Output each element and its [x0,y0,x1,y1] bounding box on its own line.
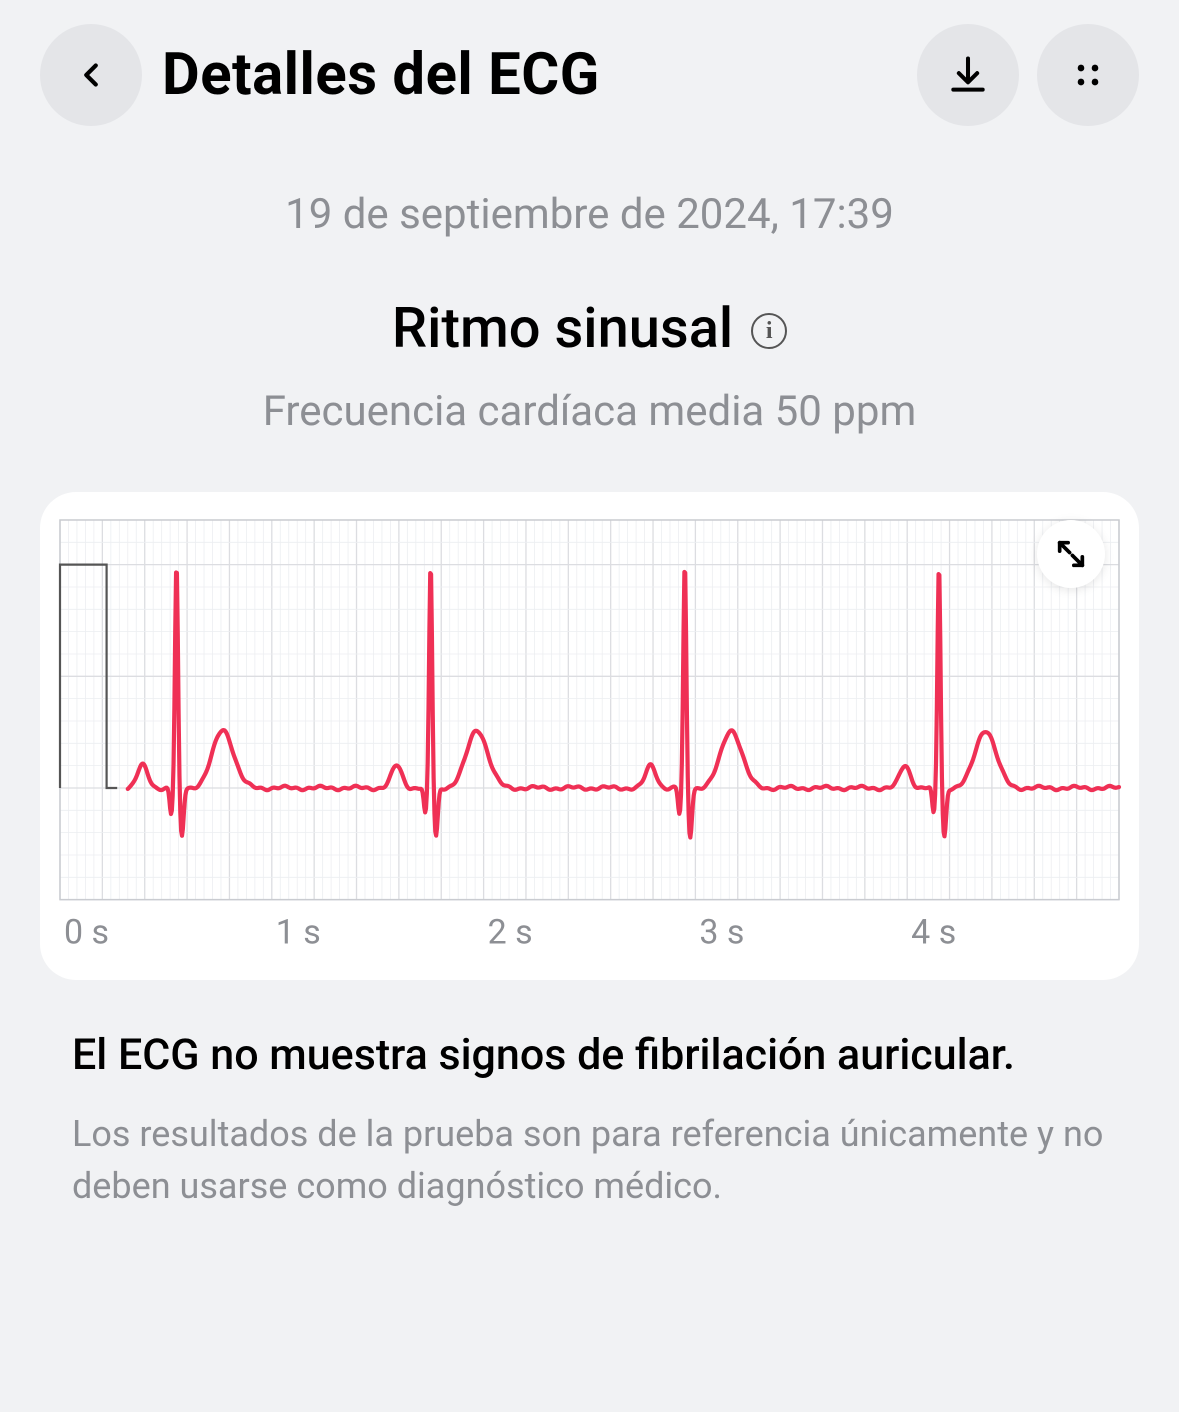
x-tick-label: 4 s [911,913,956,953]
grid [60,520,1119,900]
chevron-left-icon [72,56,110,94]
description-subtitle: Los resultados de la prueba son para ref… [72,1108,1107,1212]
x-tick-label: 1 s [276,913,321,953]
description-title: El ECG no muestra signos de fibrilación … [72,1024,1107,1086]
heart-rate-subtitle: Frecuencia cardíaca media 50 ppm [0,387,1179,436]
more-button[interactable] [1037,24,1139,126]
more-dots-icon [1067,54,1109,96]
expand-button[interactable] [1037,520,1105,588]
x-tick-label: 2 s [488,913,533,953]
download-button[interactable] [917,24,1019,126]
ecg-chart-card: 0 s 1 s 2 s 3 s 4 s [40,492,1139,980]
info-icon[interactable] [751,313,787,349]
rhythm-title: Ritmo sinusal [392,295,733,361]
ecg-chart: 0 s 1 s 2 s 3 s 4 s [50,510,1129,970]
x-tick-label: 3 s [699,913,744,953]
header: Detalles del ECG [0,0,1179,150]
expand-icon [1054,537,1088,571]
back-button[interactable] [40,24,142,126]
x-tick-label: 0 s [64,913,109,953]
ecg-trace [128,572,1119,837]
description-block: El ECG no muestra signos de fibrilación … [72,1024,1107,1213]
header-actions [917,24,1139,126]
timestamp: 19 de septiembre de 2024, 17:39 [0,190,1179,239]
page-title: Detalles del ECG [162,41,897,109]
rhythm-row: Ritmo sinusal [0,295,1179,361]
download-icon [946,53,990,97]
